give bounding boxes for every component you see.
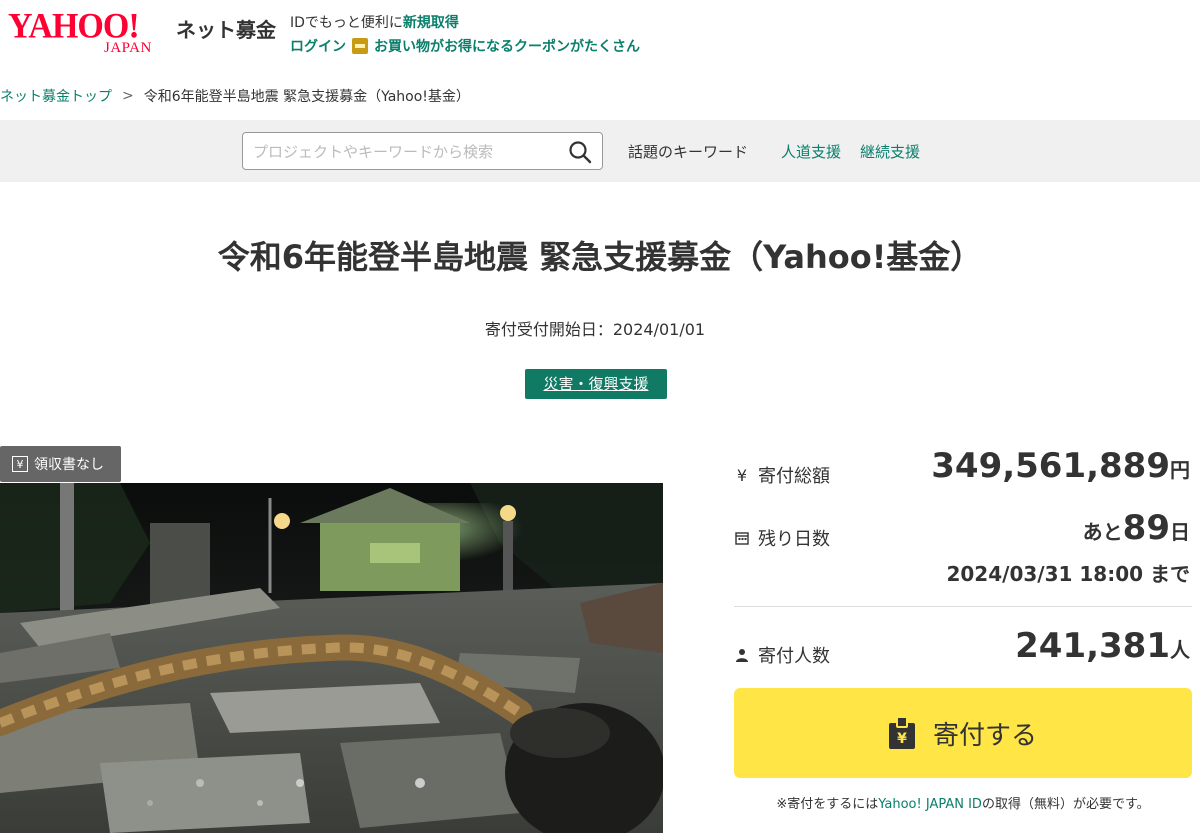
keyword-link-humanitarian[interactable]: 人道支援 [781,141,841,162]
receipt-badge: ¥ 領収書なし [0,446,121,482]
breadcrumb-separator: > [122,88,134,104]
search-box [242,132,603,170]
total-amount-label-text: 寄付総額 [758,466,830,487]
days-left-prefix: あと [1082,520,1123,544]
search-icon[interactable] [568,140,592,164]
shrine-damage-image [0,483,663,833]
days-left-value: あと89日 [1083,508,1190,548]
breadcrumb-home[interactable]: ネット募金トップ [0,86,112,106]
yen-icon: ¥ [736,465,748,485]
donate-button-label: 寄付する [932,720,1037,751]
yahoo-japan-logo[interactable]: YAHOO! JAPAN [8,9,173,56]
start-date: 寄付受付開始日：2024/01/01 [484,320,706,339]
total-amount-unit: 円 [1170,458,1190,482]
total-amount-label: ¥ 寄付総額 [734,462,830,488]
id-promo: IDでもっと便利に新規取得 [290,12,459,32]
total-amount-number: 349,561,889 [931,446,1170,486]
note-prefix: ※寄付をするには [776,797,879,812]
donation-box-icon: ¥ [888,717,915,749]
login-row: ログイン お買い物がお得になるクーポンがたくさん [290,36,640,56]
donate-note: ※寄付をするにはYahoo! JAPAN IDの取得（無料）が必要です。 [734,793,1192,812]
category-badge[interactable]: 災害・復興支援 [525,369,667,399]
person-icon [736,649,748,662]
search-bar: 話題のキーワード 人道支援 継続支援 [0,120,1200,182]
keyword-link-ongoing[interactable]: 継続支援 [860,141,920,162]
search-input[interactable] [253,141,553,163]
deadline: 2024/03/31 18:00 まで [946,562,1190,586]
keywords-label: 話題のキーワード [628,143,749,161]
total-amount-value: 349,561,889円 [931,446,1190,486]
donors-unit: 人 [1170,638,1190,662]
calendar-icon [735,532,749,545]
id-promo-text: IDでもっと便利に [290,15,403,31]
login-link[interactable]: ログイン [290,36,346,56]
receipt-badge-label: 領収書なし [34,457,104,473]
register-link[interactable]: 新規取得 [403,15,459,31]
breadcrumb: ネット募金トップ > 令和6年能登半島地震 緊急支援募金（Yahoo!基金） [0,86,470,106]
coupon-icon [352,38,368,54]
coupon-link[interactable]: お買い物がお得になるクーポンがたくさん [374,36,640,56]
yen-icon: ¥ [12,456,28,472]
donors-value: 241,381人 [1015,626,1190,666]
page-title: 令和6年能登半島地震 緊急支援募金（Yahoo!基金） [217,238,983,276]
service-name[interactable]: ネット募金 [176,14,276,43]
days-left-label-text: 残り日数 [758,529,830,550]
yahoo-id-link[interactable]: Yahoo! JAPAN ID [878,797,982,812]
days-left-label: 残り日数 [734,525,830,551]
donors-label: 寄付人数 [734,642,830,668]
days-left-number: 89 [1122,508,1170,548]
days-left-unit: 日 [1170,520,1190,544]
donors-label-text: 寄付人数 [758,646,830,667]
site-header: YAHOO! JAPAN ネット募金 IDでもっと便利に新規取得 ログイン お買… [0,0,1200,70]
logo-subtext: JAPAN [104,40,152,56]
divider [734,606,1192,607]
svg-text:¥: ¥ [897,731,907,747]
breadcrumb-current: 令和6年能登半島地震 緊急支援募金（Yahoo!基金） [143,89,470,105]
project-photo [0,483,663,833]
note-suffix: の取得（無料）が必要です。 [981,797,1150,812]
donors-number: 241,381 [1015,626,1170,666]
donate-button[interactable]: ¥ 寄付する [734,688,1192,778]
